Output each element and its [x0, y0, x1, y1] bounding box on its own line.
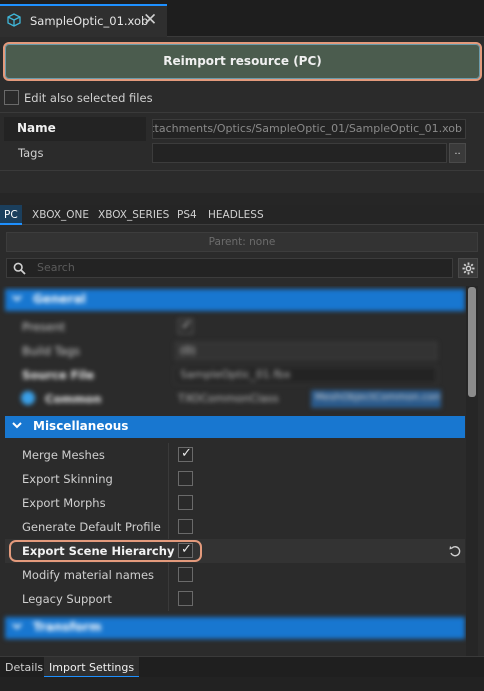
common-class: TXOCommonClass	[178, 392, 279, 405]
generate-default-profile-checkbox[interactable]	[178, 519, 193, 534]
property-row-present: Present	[5, 315, 465, 339]
tab-headless[interactable]: HEADLESS	[204, 205, 268, 225]
source-file-value: SampleOptic_01.fbx	[180, 368, 291, 381]
section-transform-title: Transform	[33, 620, 102, 634]
tab-pc[interactable]: PC	[0, 205, 22, 225]
tab-xbox-one[interactable]: XBOX_ONE	[28, 205, 93, 225]
scrollbar-thumb[interactable]	[468, 287, 476, 397]
name-label: Name	[17, 121, 56, 135]
property-row: Modify material names	[5, 563, 465, 587]
tab-details[interactable]: Details	[0, 657, 48, 678]
reset-icon[interactable]	[449, 545, 461, 557]
common-icon	[21, 391, 35, 405]
column-divider	[168, 467, 169, 491]
column-divider	[168, 515, 169, 539]
source-file-field[interactable]: SampleOptic_01.fbx	[175, 366, 437, 384]
property-label: Legacy Support	[22, 592, 112, 606]
name-label-cell: Name	[4, 117, 146, 141]
column-divider	[168, 563, 169, 587]
property-label: Merge Meshes	[22, 448, 105, 462]
close-icon[interactable]: ✕	[143, 10, 157, 30]
tab-xbox-series[interactable]: XBOX_SERIES	[94, 205, 173, 225]
present-checkbox[interactable]	[178, 318, 193, 334]
chevron-down-icon	[12, 623, 22, 630]
reimport-button[interactable]: Reimport resource (PC)	[3, 42, 482, 81]
property-label: Generate Default Profile	[22, 520, 161, 534]
property-label: Present	[22, 320, 66, 334]
column-divider	[168, 491, 169, 515]
property-row-highlighted: Export Scene Hierarchy	[5, 539, 465, 563]
property-label: Modify material names	[22, 568, 155, 582]
edit-also-checkbox[interactable]	[4, 90, 19, 105]
model-cube-icon	[7, 13, 21, 27]
name-field[interactable]: ns/Attachments/Optics/SampleOptic_01/Sam…	[152, 119, 466, 139]
property-label: Export Morphs	[22, 496, 106, 510]
tags-browse-button[interactable]: ..	[449, 143, 466, 163]
export-morphs-checkbox[interactable]	[178, 495, 193, 510]
property-label: Export Skinning	[22, 472, 113, 486]
chevron-down-icon	[12, 295, 22, 302]
column-divider	[168, 587, 169, 611]
property-row-build-tags: Build Tags (0)	[5, 339, 465, 363]
property-grid: General Present Build Tags (0) Source Fi…	[0, 286, 466, 656]
search-placeholder: Search	[37, 261, 75, 274]
panel-gap	[0, 193, 484, 205]
property-row: Generate Default Profile	[5, 515, 465, 539]
section-general-title: General	[33, 292, 86, 306]
build-tags-dropdown[interactable]: (0)	[175, 342, 437, 360]
parent-button[interactable]: Parent: none	[6, 232, 478, 252]
property-row: Legacy Support	[5, 587, 465, 611]
platform-tabs: PC XBOX_ONE XBOX_SERIES PS4 HEADLESS	[0, 205, 484, 225]
chevron-down-icon	[12, 422, 22, 429]
merge-meshes-checkbox[interactable]	[178, 446, 193, 462]
bottom-tabs: Details Import Settings	[0, 656, 484, 678]
tab-ps4[interactable]: PS4	[173, 205, 201, 225]
export-scene-hierarchy-checkbox[interactable]	[178, 542, 193, 558]
edit-also-label: Edit also selected files	[24, 91, 153, 105]
property-label: Build Tags	[22, 344, 80, 358]
tab-import-settings[interactable]: Import Settings	[44, 657, 140, 678]
tags-label: Tags	[18, 146, 44, 160]
name-value: ns/Attachments/Optics/SampleOptic_01/Sam…	[152, 122, 462, 135]
search-input[interactable]: Search	[6, 258, 453, 278]
tags-field[interactable]	[152, 143, 447, 163]
property-row-common: Common TXOCommonClass MeshObjectCommon.c…	[5, 387, 465, 411]
property-label: Export Scene Hierarchy	[22, 544, 175, 558]
status-bar	[0, 677, 484, 691]
modify-material-names-checkbox[interactable]	[178, 567, 193, 582]
property-row: Merge Meshes	[5, 443, 465, 467]
section-miscellaneous-title: Miscellaneous	[33, 419, 129, 433]
property-row-source-file: Source File SampleOptic_01.fbx	[5, 363, 465, 387]
property-label: Source File	[22, 368, 95, 382]
divider	[0, 170, 484, 171]
section-general[interactable]: General	[5, 289, 465, 311]
property-row: Export Morphs	[5, 491, 465, 515]
search-icon	[13, 262, 26, 275]
divider	[0, 112, 484, 113]
document-tabbar: SampleOptic_01.xob ✕	[0, 0, 484, 37]
document-tab[interactable]: SampleOptic_01.xob ✕	[0, 4, 167, 37]
reimport-button-label: Reimport resource (PC)	[163, 54, 322, 68]
document-tab-title: SampleOptic_01.xob	[30, 14, 149, 28]
column-divider	[168, 443, 169, 467]
export-skinning-checkbox[interactable]	[178, 471, 193, 486]
section-transform[interactable]: Transform	[5, 617, 465, 639]
gear-icon	[462, 262, 475, 275]
legacy-support-checkbox[interactable]	[178, 591, 193, 606]
property-label: Common	[45, 392, 102, 406]
common-value[interactable]: MeshObjectCommon.conf	[311, 390, 441, 408]
section-miscellaneous[interactable]: Miscellaneous	[5, 416, 465, 438]
build-tags-value: (0)	[180, 344, 196, 357]
property-row: Export Skinning	[5, 467, 465, 491]
settings-button[interactable]	[458, 258, 478, 278]
